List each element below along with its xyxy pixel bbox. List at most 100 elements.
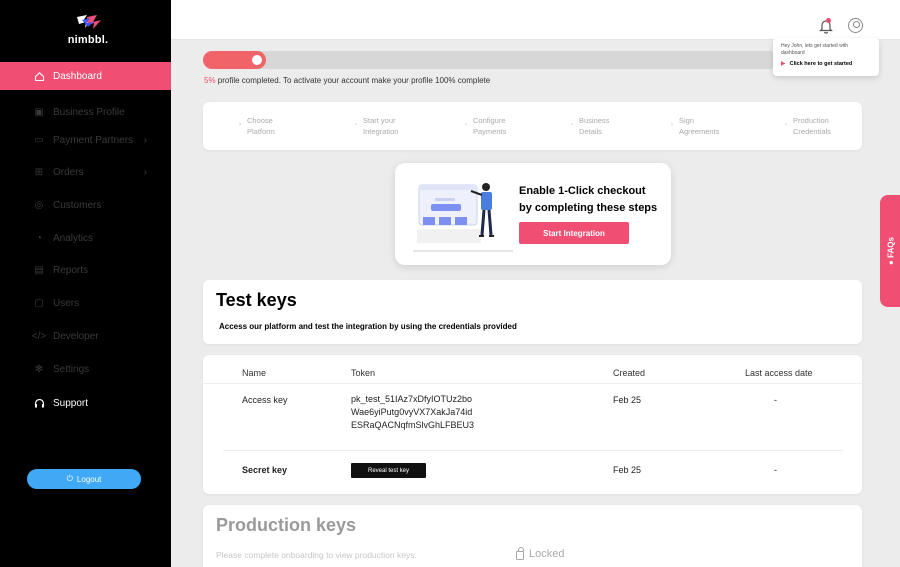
row-divider — [223, 450, 843, 451]
card-icon: ▭ — [34, 134, 44, 146]
promo-title-line: Enable 1-Click checkout — [519, 185, 646, 197]
step-business-details[interactable]: › Business Details — [571, 115, 649, 137]
notification-dot — [826, 18, 831, 23]
step-label: Details — [579, 127, 602, 136]
progress-knob — [252, 55, 263, 65]
sidebar-item-developer[interactable]: </> Developer — [0, 322, 171, 350]
user-avatar-icon[interactable] — [848, 18, 863, 33]
production-keys-title: Production keys — [216, 515, 357, 535]
promo-title-line: by completing these steps — [519, 202, 658, 214]
promo-title: Enable 1-Click checkout by completing th… — [519, 183, 657, 217]
progress-message: profile completed. To activate your acco… — [215, 76, 491, 85]
sidebar-item-label: Settings — [53, 363, 90, 375]
test-keys-subtitle: Access our platform and test the integra… — [219, 322, 517, 331]
home-icon — [33, 70, 45, 82]
column-header-created: Created — [613, 368, 646, 378]
access-key-last-access: - — [774, 395, 777, 405]
sidebar-item-label: Support — [53, 397, 89, 409]
sidebar-item-dashboard[interactable]: Dashboard — [0, 62, 171, 90]
column-header-name: Name — [242, 368, 267, 378]
step-arrow-icon: › — [355, 122, 357, 128]
faq-text: FAQs — [886, 237, 896, 258]
step-choose-platform[interactable]: › Choose Platform — [239, 115, 317, 137]
access-key-token[interactable]: pk_test_51IAz7xDfyIOTUz2bo Wae6yiPutg0vy… — [351, 393, 474, 432]
step-arrow-icon: › — [239, 122, 241, 128]
faq-tab[interactable]: ● FAQs — [880, 195, 900, 307]
step-label: Choose — [247, 116, 273, 125]
sidebar-item-label: Payment Partners — [53, 134, 134, 146]
profile-progress-bar — [203, 51, 778, 69]
code-icon: </> — [31, 330, 47, 342]
step-sign-agreements[interactable]: › Sign Agreements — [671, 115, 749, 137]
step-label: Production — [793, 116, 829, 125]
users-icon: ◎ — [34, 199, 44, 211]
step-label: Credentials — [793, 127, 831, 136]
step-arrow-icon: › — [465, 122, 467, 128]
sidebar-item-label: Customers — [53, 199, 102, 211]
header-divider — [203, 383, 862, 384]
production-keys-subtitle: Please complete onboarding to view produ… — [216, 550, 417, 560]
logo-mark-icon — [73, 14, 103, 30]
tooltip-cta[interactable]: ▶ Click here to get started — [781, 60, 871, 68]
secret-key-created: Feb 25 — [613, 465, 642, 475]
briefcase-icon: ▣ — [34, 106, 44, 118]
nimbbl-logo[interactable]: nimbbl. — [60, 14, 116, 46]
onboarding-tooltip: Hey John, lets get started with dashboar… — [773, 38, 879, 76]
sidebar-item-orders[interactable]: ⊞ Orders › — [0, 158, 171, 186]
progress-fill — [203, 51, 267, 69]
locked-status: Locked — [516, 547, 565, 560]
sidebar-item-label: Business Profile — [53, 106, 125, 118]
sidebar-item-payment-partners[interactable]: ▭ Payment Partners › — [0, 126, 171, 154]
power-icon: ⏻ — [66, 474, 73, 483]
sidebar-item-label: Users — [53, 297, 80, 309]
sidebar-item-analytics[interactable]: ◔ Analytics — [0, 224, 171, 252]
step-label: Sign — [679, 116, 695, 125]
cart-icon: ⊞ — [34, 166, 44, 178]
token-line: ESRaQACNqfmSlvGhLFBEU3 — [351, 420, 475, 430]
sidebar-item-reports[interactable]: ▤ Reports — [0, 256, 171, 284]
progress-text: 5% profile completed. To activate your a… — [204, 76, 490, 85]
sidebar-item-support[interactable]: Support — [0, 389, 171, 417]
secret-key-last-access: - — [774, 465, 777, 475]
step-label: Business — [579, 116, 610, 125]
sidebar-item-label: Dashboard — [53, 70, 102, 82]
token-line: Wae6yiPutg0vyVX7XakJa74id — [351, 407, 473, 417]
sidebar-item-users[interactable]: ▢ Users — [0, 289, 171, 317]
step-start-integration[interactable]: › Start your Integration — [355, 115, 433, 137]
step-arrow-icon: › — [785, 122, 787, 128]
step-label: Payments — [473, 127, 507, 136]
sidebar-item-settings[interactable]: ✻ Settings — [0, 355, 171, 383]
access-key-name: Access key — [242, 395, 288, 405]
reveal-test-key-button[interactable]: Reveal test key — [351, 463, 426, 478]
sidebar-item-business-profile[interactable]: ▣ Business Profile — [0, 98, 171, 126]
test-keys-title: Test keys — [216, 290, 297, 310]
tooltip-message: Hey John, lets get started with dashboar… — [781, 43, 848, 56]
step-label: Platform — [247, 127, 275, 136]
chevron-right-icon: › — [143, 166, 147, 178]
locked-label: Locked — [529, 548, 565, 560]
token-line: pk_test_51IAz7xDfyIOTUz2bo — [351, 394, 473, 404]
chart-icon: ◔ — [35, 232, 43, 244]
play-arrow-icon: ▶ — [781, 61, 786, 67]
sidebar-item-label: Analytics — [53, 232, 94, 244]
column-header-token: Token — [351, 368, 376, 378]
logout-label: Logout — [76, 474, 102, 484]
step-configure-payments[interactable]: › Configure Payments — [465, 115, 543, 137]
test-keys-card: Test keys Access our platform and test t… — [203, 280, 862, 344]
lock-icon — [516, 547, 524, 560]
logo-text: nimbbl. — [67, 34, 109, 46]
step-label: Start your — [363, 116, 396, 125]
checkout-promo-card: Enable 1-Click checkout by completing th… — [395, 163, 671, 265]
top-bar — [171, 0, 900, 40]
chevron-right-icon: › — [143, 134, 147, 146]
column-header-last-access: Last access date — [745, 368, 813, 378]
start-integration-button[interactable]: Start Integration — [519, 222, 629, 244]
faq-label: ● FAQs — [886, 237, 896, 265]
step-production-credentials[interactable]: › Production Credentials — [785, 115, 863, 137]
logout-button[interactable]: ⏻ Logout — [27, 469, 141, 489]
step-arrow-icon: › — [671, 122, 673, 128]
step-arrow-icon: › — [571, 122, 573, 128]
sidebar-item-label: Reports — [53, 264, 89, 276]
step-label: Configure — [473, 116, 506, 125]
sidebar-item-customers[interactable]: ◎ Customers — [0, 191, 171, 219]
